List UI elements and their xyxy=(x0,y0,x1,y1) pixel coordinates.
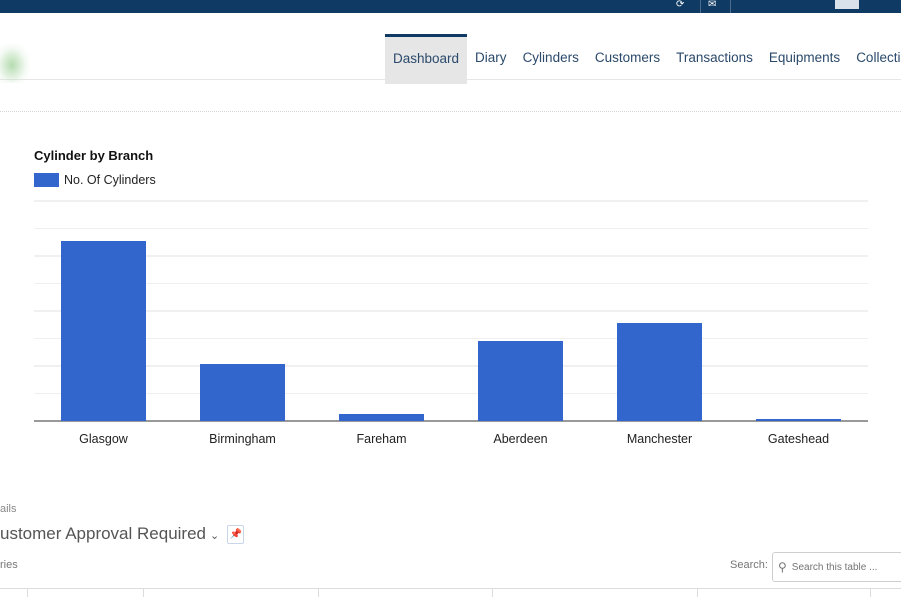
search-box[interactable]: ⚲ xyxy=(772,552,901,582)
chart-plot: Glasgow Birmingham Fareham Aberdeen Manchest… xyxy=(34,200,868,446)
nav-customers[interactable]: Customers xyxy=(587,34,668,81)
notification-icon[interactable]: ✉ xyxy=(708,0,716,10)
section-label: ails xyxy=(0,503,17,515)
chevron-down-icon[interactable]: ⌄ xyxy=(210,529,219,542)
x-tick-label: Fareham xyxy=(356,432,406,446)
company-logo[interactable] xyxy=(0,43,30,83)
bar-fareham[interactable] xyxy=(339,414,424,421)
language-flag[interactable] xyxy=(835,0,859,9)
x-tick-label: Gateshead xyxy=(768,432,829,446)
top-bar: ⟳ ✉ xyxy=(0,0,901,13)
nav-collection[interactable]: Collection xyxy=(848,34,901,81)
topbar-divider xyxy=(730,0,731,13)
user-menu[interactable] xyxy=(742,0,824,4)
approval-title[interactable]: ustomer Approval Required xyxy=(0,524,206,544)
nav-cylinders[interactable]: Cylinders xyxy=(515,34,587,81)
x-tick-label: Glasgow xyxy=(79,432,129,446)
bar-gateshead[interactable] xyxy=(756,419,841,421)
cylinder-by-branch-chart: Cylinder by Branch No. Of Cylinders Glas… xyxy=(0,140,901,460)
x-tick-label: Manchester xyxy=(627,432,692,446)
bar-glasgow[interactable] xyxy=(61,241,146,421)
bar-aberdeen[interactable] xyxy=(478,341,563,421)
search-icon: ⚲ xyxy=(778,560,787,574)
app-header: Dashboard Diary Cylinders Customers Tran… xyxy=(0,13,901,84)
pin-icon[interactable]: 📌 xyxy=(227,524,245,544)
nav-dashboard[interactable]: Dashboard xyxy=(385,34,468,84)
search-label: Search: xyxy=(730,559,768,571)
section-divider xyxy=(0,111,901,112)
logout-link[interactable] xyxy=(872,0,901,4)
bar-birmingham[interactable] xyxy=(200,364,285,421)
entries-label: ries xyxy=(0,559,18,571)
nav-equipments[interactable]: Equipments xyxy=(761,34,848,81)
x-tick-label: Birmingham xyxy=(209,432,276,446)
search-input[interactable] xyxy=(789,560,901,574)
refresh-icon[interactable]: ⟳ xyxy=(676,0,684,10)
x-tick-label: Aberdeen xyxy=(493,432,547,446)
main-nav: Dashboard Diary Cylinders Customers Tran… xyxy=(385,34,901,84)
approval-header: ustomer Approval Required ⌄ 📌 xyxy=(0,524,245,544)
bar-manchester[interactable] xyxy=(617,323,702,421)
topbar-divider xyxy=(700,0,701,13)
nav-transactions[interactable]: Transactions xyxy=(668,34,761,81)
nav-diary[interactable]: Diary xyxy=(467,34,515,81)
